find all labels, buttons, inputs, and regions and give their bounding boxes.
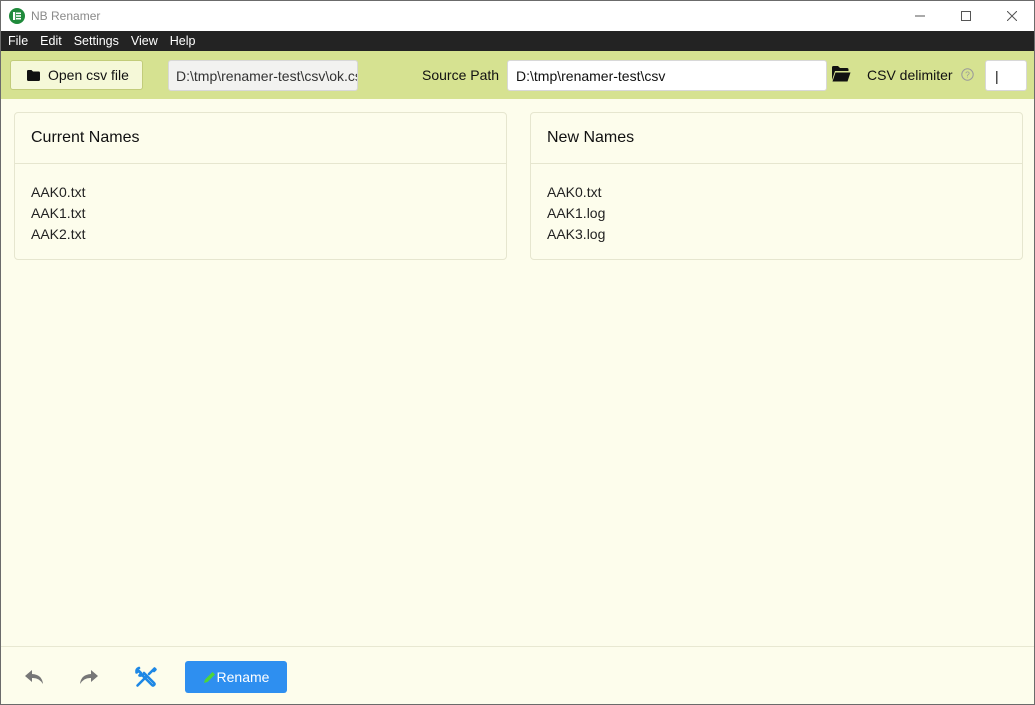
redo-icon[interactable] [78,667,100,687]
csv-delimiter-input[interactable]: | [985,60,1027,91]
help-circle-icon[interactable]: ? [961,68,974,81]
csv-delimiter-label: CSV delimiter [867,67,953,83]
current-names-list: AAK0.txt AAK1.txt AAK2.txt [15,164,506,245]
csv-file-path-field[interactable]: D:\tmp\renamer-test\csv\ok.csv [168,60,358,91]
minimize-icon [915,15,925,17]
new-names-list: AAK0.txt AAK1.log AAK3.log [531,164,1022,245]
menu-edit[interactable]: Edit [34,31,68,51]
toolbar: Open csv file D:\tmp\renamer-test\csv\ok… [1,51,1034,99]
undo-icon[interactable] [23,667,45,687]
close-icon [1007,11,1017,21]
list-item: AAK1.txt [31,205,86,221]
list-item: AAK0.txt [547,184,602,200]
app-window: NB Renamer File Edit Settings View Help … [0,0,1035,705]
new-names-panel: New Names AAK0.txt AAK1.log AAK3.log [530,112,1023,260]
open-csv-button[interactable]: Open csv file [10,60,143,90]
window-title: NB Renamer [31,9,101,23]
source-path-label: Source Path [422,67,500,83]
tools-icon[interactable] [134,665,158,689]
menu-help[interactable]: Help [164,31,202,51]
menu-settings[interactable]: Settings [68,31,125,51]
rename-label: Rename [216,669,270,685]
list-item: AAK0.txt [31,184,86,200]
list-item: AAK1.log [547,205,606,221]
open-csv-label: Open csv file [48,67,129,83]
menu-bar: File Edit Settings View Help [1,31,1034,51]
source-path-input[interactable]: D:\tmp\renamer-test\csv [507,60,827,91]
folder-open-icon[interactable] [831,65,851,83]
folder-icon [27,69,40,81]
list-item: AAK2.txt [31,226,86,242]
bottom-bar: Rename [1,646,1034,704]
app-logo-icon [9,8,25,24]
current-names-panel: Current Names AAK0.txt AAK1.txt AAK2.txt [14,112,507,260]
menu-view[interactable]: View [125,31,164,51]
title-bar: NB Renamer [1,1,1034,31]
maximize-button[interactable] [943,1,989,31]
pencil-icon [203,671,216,684]
svg-text:?: ? [965,70,970,80]
current-names-title: Current Names [15,113,506,164]
maximize-icon [961,11,971,21]
close-button[interactable] [989,1,1034,31]
minimize-button[interactable] [897,1,943,31]
new-names-title: New Names [531,113,1022,164]
menu-file[interactable]: File [1,31,34,51]
list-item: AAK3.log [547,226,606,242]
rename-button[interactable]: Rename [185,661,287,693]
